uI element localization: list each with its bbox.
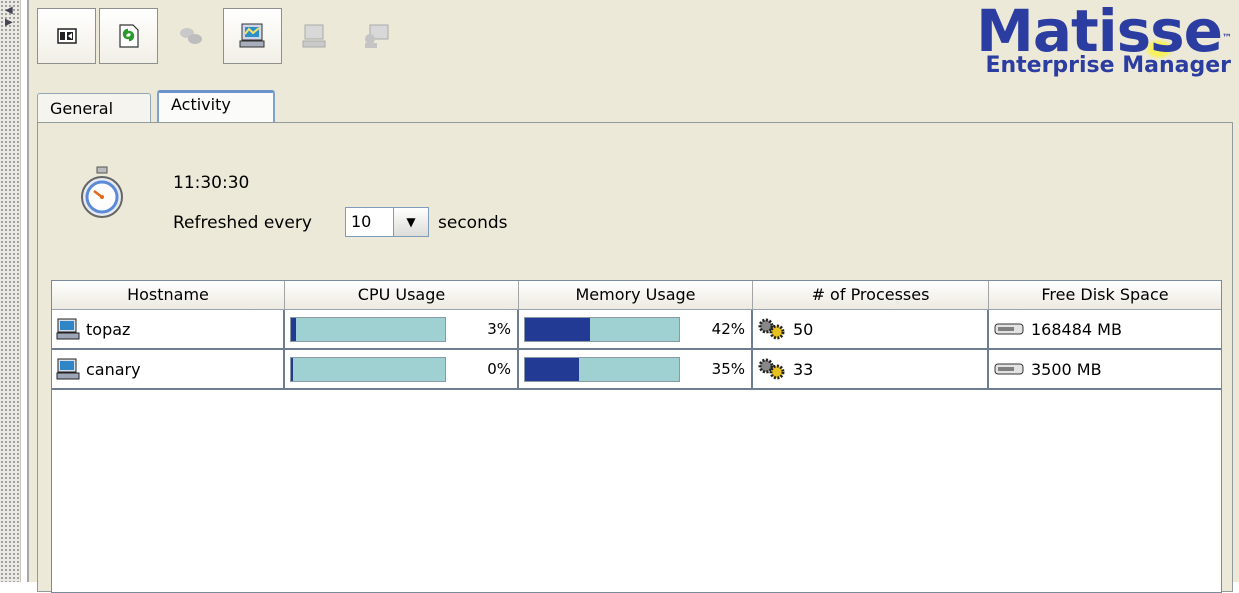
host-icon <box>302 24 325 48</box>
header-free-disk-space[interactable]: Free Disk Space <box>989 281 1221 309</box>
computer-icon <box>56 358 80 380</box>
disconnect-icon <box>179 28 202 44</box>
processes-count: 50 <box>793 319 814 339</box>
seconds-label: seconds <box>438 213 508 233</box>
refresh-interval-value: 10 <box>351 212 372 231</box>
refresh-icon <box>118 24 139 48</box>
processes-count: 33 <box>793 359 814 379</box>
header-processes[interactable]: # of Processes <box>753 281 989 309</box>
left-collapse-strip[interactable]: ◀ ▶ <box>0 0 21 582</box>
free-disk-space: 168484 MB <box>1031 319 1122 339</box>
main-frame: Matisse™ Enterprise Manager General Acti… <box>27 0 1239 593</box>
memory-usage-cell: 42% <box>519 310 753 348</box>
memory-usage-percent: 42% <box>711 320 745 338</box>
memory-usage-percent: 35% <box>711 360 745 378</box>
cpu-usage-percent: 3% <box>487 320 511 338</box>
cpu-usage-bar <box>290 317 446 342</box>
cpu-usage-bar <box>290 357 446 382</box>
refresh-button[interactable] <box>99 8 158 64</box>
processes-cell: 50 <box>753 310 989 348</box>
table-row[interactable]: topaz 3% 42% 50 168484 MB <box>52 310 1221 350</box>
activity-panel: 11:30:30 Refreshed every 10 ▼ seconds Ho… <box>37 122 1233 593</box>
computer-icon <box>56 318 80 340</box>
host-button[interactable] <box>285 8 344 64</box>
cpu-usage-cell: 3% <box>285 310 519 348</box>
tab-activity[interactable]: Activity <box>157 90 275 122</box>
toggle-panel-icon <box>56 28 77 44</box>
hostname-text: topaz <box>86 319 131 339</box>
gears-icon <box>757 357 787 381</box>
expand-right-icon[interactable]: ▶ <box>5 18 13 28</box>
refresh-label: Refreshed every <box>173 213 312 233</box>
host-users-icon <box>364 24 388 48</box>
hostname-cell: topaz <box>52 310 285 348</box>
header-cpu-usage[interactable]: CPU Usage <box>285 281 519 309</box>
disconnect-button[interactable] <box>161 8 220 64</box>
disk-drive-icon <box>993 361 1025 377</box>
current-time: 11:30:30 <box>173 173 250 193</box>
table-header: Hostname CPU Usage Memory Usage # of Pro… <box>52 281 1221 310</box>
host-activity-table: Hostname CPU Usage Memory Usage # of Pro… <box>51 280 1222 593</box>
dropdown-arrow-icon[interactable]: ▼ <box>393 208 428 236</box>
collapse-left-icon[interactable]: ◀ <box>5 6 13 16</box>
memory-usage-bar <box>524 317 680 342</box>
header-memory-usage[interactable]: Memory Usage <box>519 281 753 309</box>
hostname-text: canary <box>86 359 141 379</box>
hostname-cell: canary <box>52 350 285 388</box>
free-disk-space: 3500 MB <box>1031 359 1102 379</box>
memory-usage-bar <box>524 357 680 382</box>
refresh-interval-select[interactable]: 10 ▼ <box>345 207 429 237</box>
cpu-usage-cell: 0% <box>285 350 519 388</box>
host-activity-icon <box>239 23 264 48</box>
header-hostname[interactable]: Hostname <box>52 281 285 309</box>
matisse-logo: Matisse™ Enterprise Manager <box>976 0 1232 77</box>
toolbar <box>37 8 406 64</box>
tab-general[interactable]: General <box>37 93 151 122</box>
host-users-button[interactable] <box>347 8 406 64</box>
memory-usage-cell: 35% <box>519 350 753 388</box>
stopwatch-icon <box>77 165 127 225</box>
host-activity-button[interactable] <box>223 8 282 64</box>
disk-space-cell: 3500 MB <box>989 350 1221 388</box>
disk-space-cell: 168484 MB <box>989 310 1221 348</box>
table-row[interactable]: canary 0% 35% 33 3500 MB <box>52 350 1221 390</box>
processes-cell: 33 <box>753 350 989 388</box>
toggle-panel-button[interactable] <box>37 8 96 64</box>
logo-name: Matisse <box>976 0 1223 65</box>
cpu-usage-percent: 0% <box>487 360 511 378</box>
gears-icon <box>757 317 787 341</box>
disk-drive-icon <box>993 321 1025 337</box>
